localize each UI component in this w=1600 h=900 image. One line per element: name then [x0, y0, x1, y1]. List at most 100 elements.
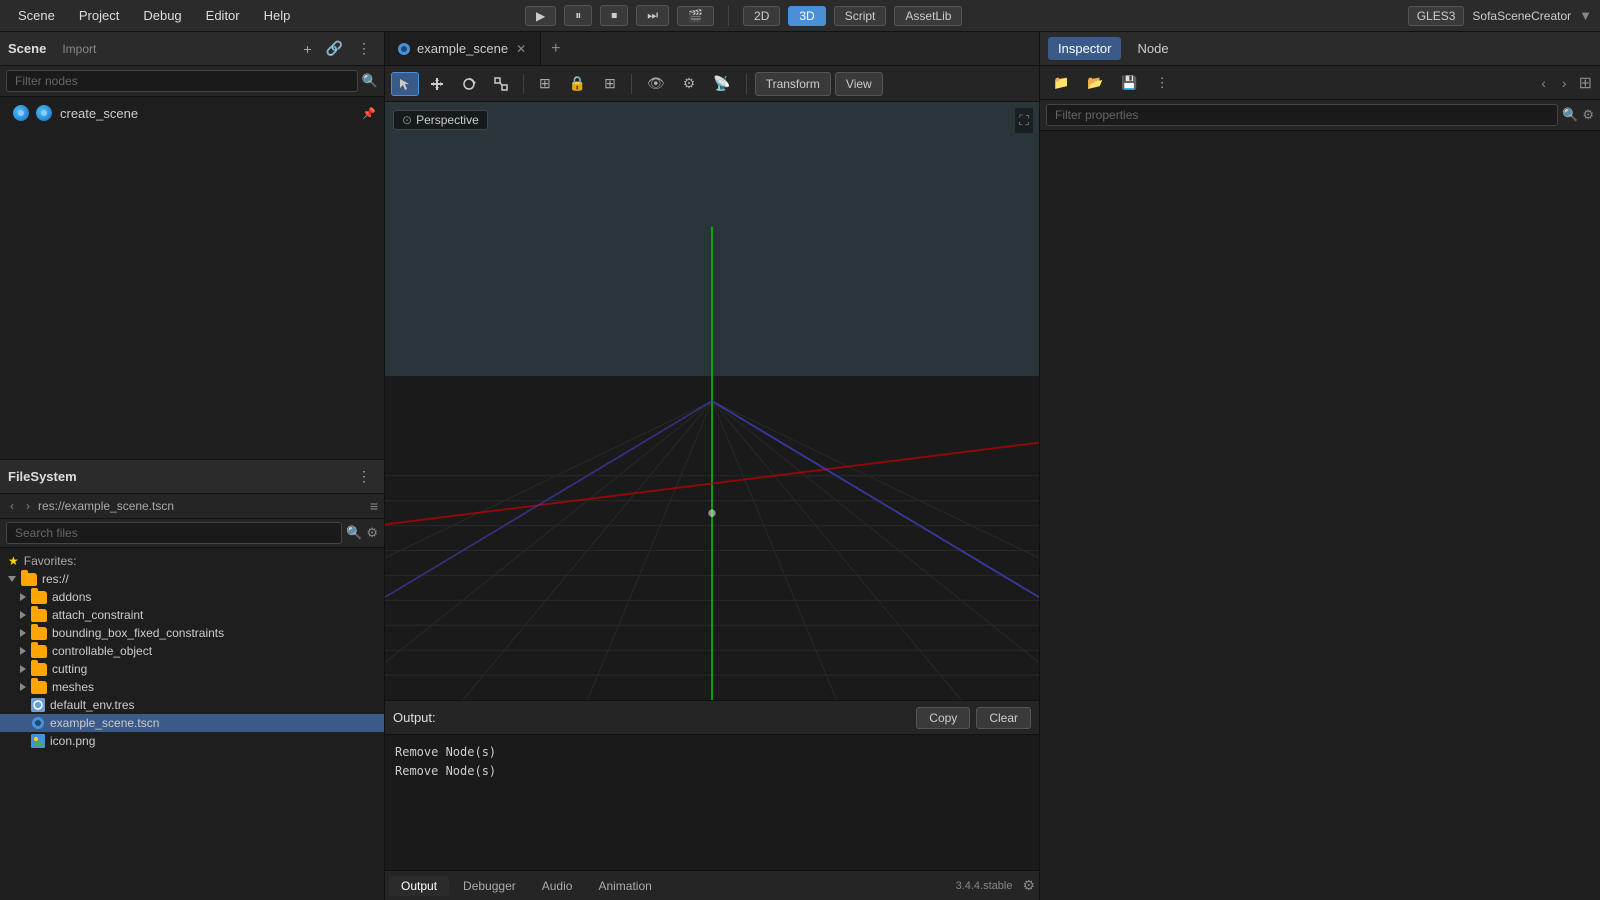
filesystem-header: FileSystem ⋮	[0, 460, 384, 494]
fs-item-addons[interactable]: addons	[0, 588, 384, 606]
version-badge: 3.4.4.stable	[956, 880, 1021, 892]
insp-expand-btn[interactable]: ⊞	[1577, 71, 1594, 95]
insp-more-btn[interactable]: ⋮	[1149, 70, 1176, 96]
visibility-btn[interactable]: 👁	[640, 70, 672, 97]
fs-tree: ★ Favorites: res:// addons	[0, 548, 384, 900]
btn-2d[interactable]: 2D 2D	[743, 6, 780, 26]
fs-item-example-scene[interactable]: example_scene.tscn	[0, 714, 384, 732]
config-btn[interactable]: ⚙	[676, 70, 703, 97]
output-label: Output:	[393, 710, 436, 725]
move-tool-btn[interactable]	[423, 72, 451, 96]
tab-debugger[interactable]: Debugger	[451, 876, 528, 896]
fs-item-label: example_scene.tscn	[50, 716, 159, 730]
scene-link-btn[interactable]: 🔗	[321, 38, 348, 59]
transform-btn[interactable]: Transform	[755, 72, 831, 96]
viewport-tabs: example_scene ✕ +	[385, 32, 1039, 66]
fs-item-default-env[interactable]: default_env.tres	[0, 696, 384, 714]
scale-tool-btn[interactable]	[487, 72, 515, 96]
fs-item-label: attach_constraint	[52, 608, 143, 622]
fs-item-label: bounding_box_fixed_constraints	[52, 626, 224, 640]
breadcrumb-back-btn[interactable]: ‹	[6, 497, 18, 515]
tab-label: example_scene	[417, 41, 508, 56]
breadcrumb-layout-btn[interactable]: ≡	[370, 498, 378, 514]
inspector-tab-inspector[interactable]: Inspector	[1048, 37, 1121, 60]
menu-debug[interactable]: Debug	[133, 6, 191, 25]
menu-project[interactable]: Project	[69, 6, 129, 25]
insp-next-btn[interactable]: ›	[1556, 73, 1573, 93]
fs-item-meshes[interactable]: meshes	[0, 678, 384, 696]
scene-add-btn[interactable]: +	[298, 39, 316, 59]
breadcrumb-forward-btn[interactable]: ›	[22, 497, 34, 515]
insp-prev-btn[interactable]: ‹	[1535, 73, 1552, 93]
step-btn[interactable]: ⏭	[636, 5, 669, 26]
fs-search-input[interactable]	[6, 522, 342, 544]
signal-btn[interactable]: 📡	[706, 70, 737, 97]
tab-close-btn[interactable]: ✕	[514, 42, 528, 56]
fs-item-controllable-object[interactable]: controllable_object	[0, 642, 384, 660]
perspective-icon: ⊙	[402, 113, 412, 127]
inspector-tab-node[interactable]: Node	[1127, 37, 1178, 60]
perspective-badge[interactable]: ⊙ Perspective	[393, 110, 488, 130]
menu-editor[interactable]: Editor	[196, 6, 250, 25]
menu-help[interactable]: Help	[254, 6, 301, 25]
select-tool-btn[interactable]	[391, 72, 419, 96]
tab-add-btn[interactable]: +	[541, 40, 570, 58]
insp-history-btn[interactable]: 📁	[1046, 70, 1076, 96]
view-btn[interactable]: View	[835, 72, 883, 96]
clear-btn[interactable]: Clear	[976, 707, 1031, 729]
fs-filter-btn[interactable]: ⚙	[366, 525, 378, 541]
fs-item-bounding-box[interactable]: bounding_box_fixed_constraints	[0, 624, 384, 642]
star-icon: ★	[8, 554, 19, 568]
gles-badge[interactable]: GLES3	[1408, 6, 1465, 26]
fs-search-btn[interactable]: 🔍	[346, 525, 362, 541]
fs-item-cutting[interactable]: cutting	[0, 660, 384, 678]
btn-script[interactable]: Script	[834, 6, 887, 26]
scene-panel-title: Scene	[8, 41, 46, 56]
menu-scene[interactable]: Scene	[8, 6, 65, 25]
btn-3d[interactable]: 3D	[788, 6, 825, 26]
play-btn[interactable]: ▶	[525, 6, 556, 26]
tab-animation[interactable]: Animation	[586, 876, 663, 896]
filesystem-menu-btn[interactable]: ⋮	[352, 466, 376, 487]
pause-btn[interactable]: ⏸	[564, 5, 592, 26]
insp-open-btn[interactable]: 📂	[1080, 70, 1110, 96]
main-layout: Scene Import + 🔗 ⋮ 🔍 create_sc	[0, 32, 1600, 900]
btn-assetlib[interactable]: AssetLib	[894, 6, 962, 26]
expand-icon	[20, 647, 26, 655]
tree-item-create-scene[interactable]: create_scene 📌	[0, 101, 384, 125]
output-settings-btn[interactable]: ⚙	[1022, 877, 1035, 894]
insp-search-btn[interactable]: 🔍	[1562, 107, 1578, 123]
fs-item-icon[interactable]: icon.png	[0, 732, 384, 750]
tab-output[interactable]: Output	[389, 876, 449, 896]
dropdown-icon[interactable]: ▼	[1579, 8, 1592, 23]
snap-toggle-btn[interactable]: ⊞	[532, 70, 558, 97]
movie-btn[interactable]: 🎬	[677, 6, 714, 26]
output-line-1: Remove Node(s)	[395, 762, 1029, 781]
rotate-tool-btn[interactable]	[455, 72, 483, 96]
fs-item-attach-constraint[interactable]: attach_constraint	[0, 606, 384, 624]
viewport-tab-example-scene[interactable]: example_scene ✕	[385, 32, 541, 65]
output-header: Output: Copy Clear	[385, 701, 1039, 735]
viewport-3d[interactable]: Y X Z ⊙ Perspective	[385, 102, 1039, 700]
scene-import-label[interactable]: Import	[62, 42, 96, 56]
group-btn[interactable]: ⊞	[597, 70, 623, 97]
lock-btn[interactable]: 🔒	[562, 70, 593, 97]
scene-menu-btn[interactable]: ⋮	[352, 38, 376, 59]
toolbar-divider3	[746, 74, 747, 94]
expand-icon	[20, 683, 26, 691]
scene-search-btn[interactable]: 🔍	[362, 73, 378, 89]
tab-audio[interactable]: Audio	[530, 876, 585, 896]
copy-btn[interactable]: Copy	[916, 707, 970, 729]
insp-filter-options-btn[interactable]: ⚙	[1582, 107, 1594, 123]
scene-tree: create_scene 📌	[0, 97, 384, 459]
insp-save-btn[interactable]: 💾	[1114, 70, 1144, 96]
fs-item-label: controllable_object	[52, 644, 152, 658]
stop-btn[interactable]: ⏹	[600, 5, 628, 26]
fs-item-res[interactable]: res://	[0, 570, 384, 588]
fs-item-label: default_env.tres	[50, 698, 135, 712]
folder-icon	[21, 573, 37, 586]
scene-search-input[interactable]	[6, 70, 358, 92]
2d-icon: 2D	[754, 9, 769, 23]
fullscreen-btn[interactable]: ⛶	[1015, 108, 1033, 133]
inspector-search-input[interactable]	[1046, 104, 1558, 126]
